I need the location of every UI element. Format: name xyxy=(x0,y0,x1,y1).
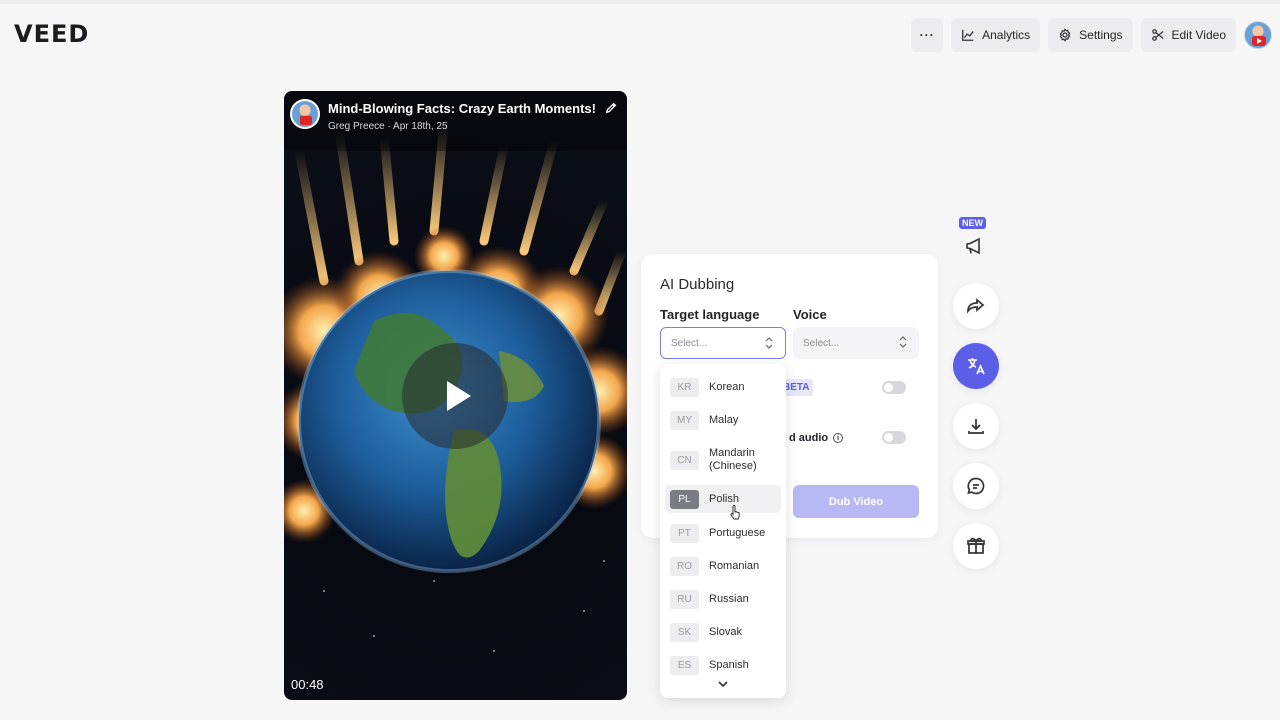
language-name: Spanish xyxy=(709,659,749,671)
language-option-spanish[interactable]: ES Spanish xyxy=(665,651,781,679)
panel-title: AI Dubbing xyxy=(660,276,735,293)
play-button[interactable] xyxy=(402,343,508,449)
edit-video-button[interactable]: Edit Video xyxy=(1140,18,1236,52)
download-icon xyxy=(968,419,984,434)
language-name: Polish xyxy=(709,493,739,505)
scissors-icon xyxy=(1151,29,1164,41)
video-title: Mind-Blowing Facts: Crazy Earth Moments! xyxy=(328,101,596,116)
top-toolbar: ··· Analytics Settings Edit Video xyxy=(911,18,1272,52)
language-code: RO xyxy=(670,556,699,576)
language-code: PT xyxy=(670,523,699,543)
video-author: Greg Preece xyxy=(328,121,385,132)
language-code: SK xyxy=(670,622,699,642)
top-border xyxy=(0,0,1280,4)
audio-option-label: d audio i xyxy=(789,432,844,444)
info-icon[interactable]: i xyxy=(833,433,844,443)
gift-icon xyxy=(967,537,985,554)
scroll-down-chevron-icon[interactable] xyxy=(717,680,729,688)
language-name: Portuguese xyxy=(709,527,766,539)
language-option-slovak[interactable]: SK Slovak xyxy=(665,618,781,646)
video-player[interactable]: Mind-Blowing Facts: Crazy Earth Moments!… xyxy=(284,91,627,700)
video-header: Mind-Blowing Facts: Crazy Earth Moments!… xyxy=(290,99,618,132)
settings-label: Settings xyxy=(1079,28,1123,42)
analytics-label: Analytics xyxy=(982,28,1031,42)
language-option-russian[interactable]: RU Russian xyxy=(665,585,781,613)
language-name: Russian xyxy=(709,593,749,605)
language-code: KR xyxy=(670,377,699,397)
video-title-row: Mind-Blowing Facts: Crazy Earth Moments! xyxy=(328,101,618,116)
download-button[interactable] xyxy=(953,403,999,449)
language-name: Malay xyxy=(709,414,739,426)
language-code: CN xyxy=(670,450,699,470)
language-name: Slovak xyxy=(709,626,743,638)
language-name: Korean xyxy=(709,381,745,393)
video-date: Apr 18th, 25 xyxy=(393,121,448,132)
language-code: RU xyxy=(670,589,699,609)
voice-placeholder: Select... xyxy=(803,337,840,349)
audio-option-toggle[interactable] xyxy=(882,431,906,444)
language-code: MY xyxy=(670,410,699,430)
announcement-icon[interactable] xyxy=(964,236,986,256)
hand-cursor-icon xyxy=(730,505,740,520)
target-language-placeholder: Select... xyxy=(671,337,708,349)
language-code: ES xyxy=(670,655,699,675)
dub-video-button[interactable]: Dub Video xyxy=(793,485,919,518)
edit-video-label: Edit Video xyxy=(1171,28,1227,42)
comment-button[interactable] xyxy=(953,463,999,509)
chart-line-icon xyxy=(962,29,974,41)
language-name: Mandarin (Chinese) xyxy=(709,447,757,472)
language-option-romanian[interactable]: RO Romanian xyxy=(665,552,781,580)
language-option-polish[interactable]: PL Polish xyxy=(665,485,781,513)
translate-button[interactable] xyxy=(953,343,999,389)
pencil-icon[interactable] xyxy=(604,101,618,115)
more-options-button[interactable]: ··· xyxy=(911,18,944,52)
language-option-mandarin[interactable]: CN Mandarin (Chinese) xyxy=(665,442,781,478)
user-avatar[interactable] xyxy=(1244,21,1272,49)
language-option-portuguese[interactable]: PT Portuguese xyxy=(665,519,781,547)
language-dropdown: KR Korean MY Malay CN Mandarin (Chinese)… xyxy=(660,364,786,698)
channel-avatar xyxy=(290,99,320,129)
language-name: Romanian xyxy=(709,560,760,572)
voice-select[interactable]: Select... xyxy=(793,327,919,359)
gift-button[interactable] xyxy=(953,523,999,569)
analytics-button[interactable]: Analytics xyxy=(951,18,1041,52)
target-language-label: Target language xyxy=(660,307,760,322)
veed-logo[interactable]: VEED xyxy=(14,20,89,48)
settings-button[interactable]: Settings xyxy=(1048,18,1133,52)
voice-label: Voice xyxy=(793,307,827,322)
audio-option-text: d audio xyxy=(789,432,829,444)
language-code: PL xyxy=(670,489,699,509)
comment-icon xyxy=(967,477,985,495)
new-badge: NEW xyxy=(959,217,986,229)
language-option-malay[interactable]: MY Malay xyxy=(665,406,781,434)
chevron-updown-icon xyxy=(899,336,907,348)
video-meta: Greg Preece · Apr 18th, 25 xyxy=(328,121,618,132)
translate-icon xyxy=(968,358,985,375)
gear-icon xyxy=(1059,28,1071,42)
target-language-select[interactable]: Select... xyxy=(660,327,786,359)
language-option-korean[interactable]: KR Korean xyxy=(665,373,781,401)
share-button[interactable] xyxy=(953,283,999,329)
chevron-updown-icon xyxy=(765,337,773,349)
share-icon xyxy=(967,298,985,314)
video-duration: 00:48 xyxy=(291,677,324,692)
beta-feature-toggle[interactable] xyxy=(882,381,906,394)
